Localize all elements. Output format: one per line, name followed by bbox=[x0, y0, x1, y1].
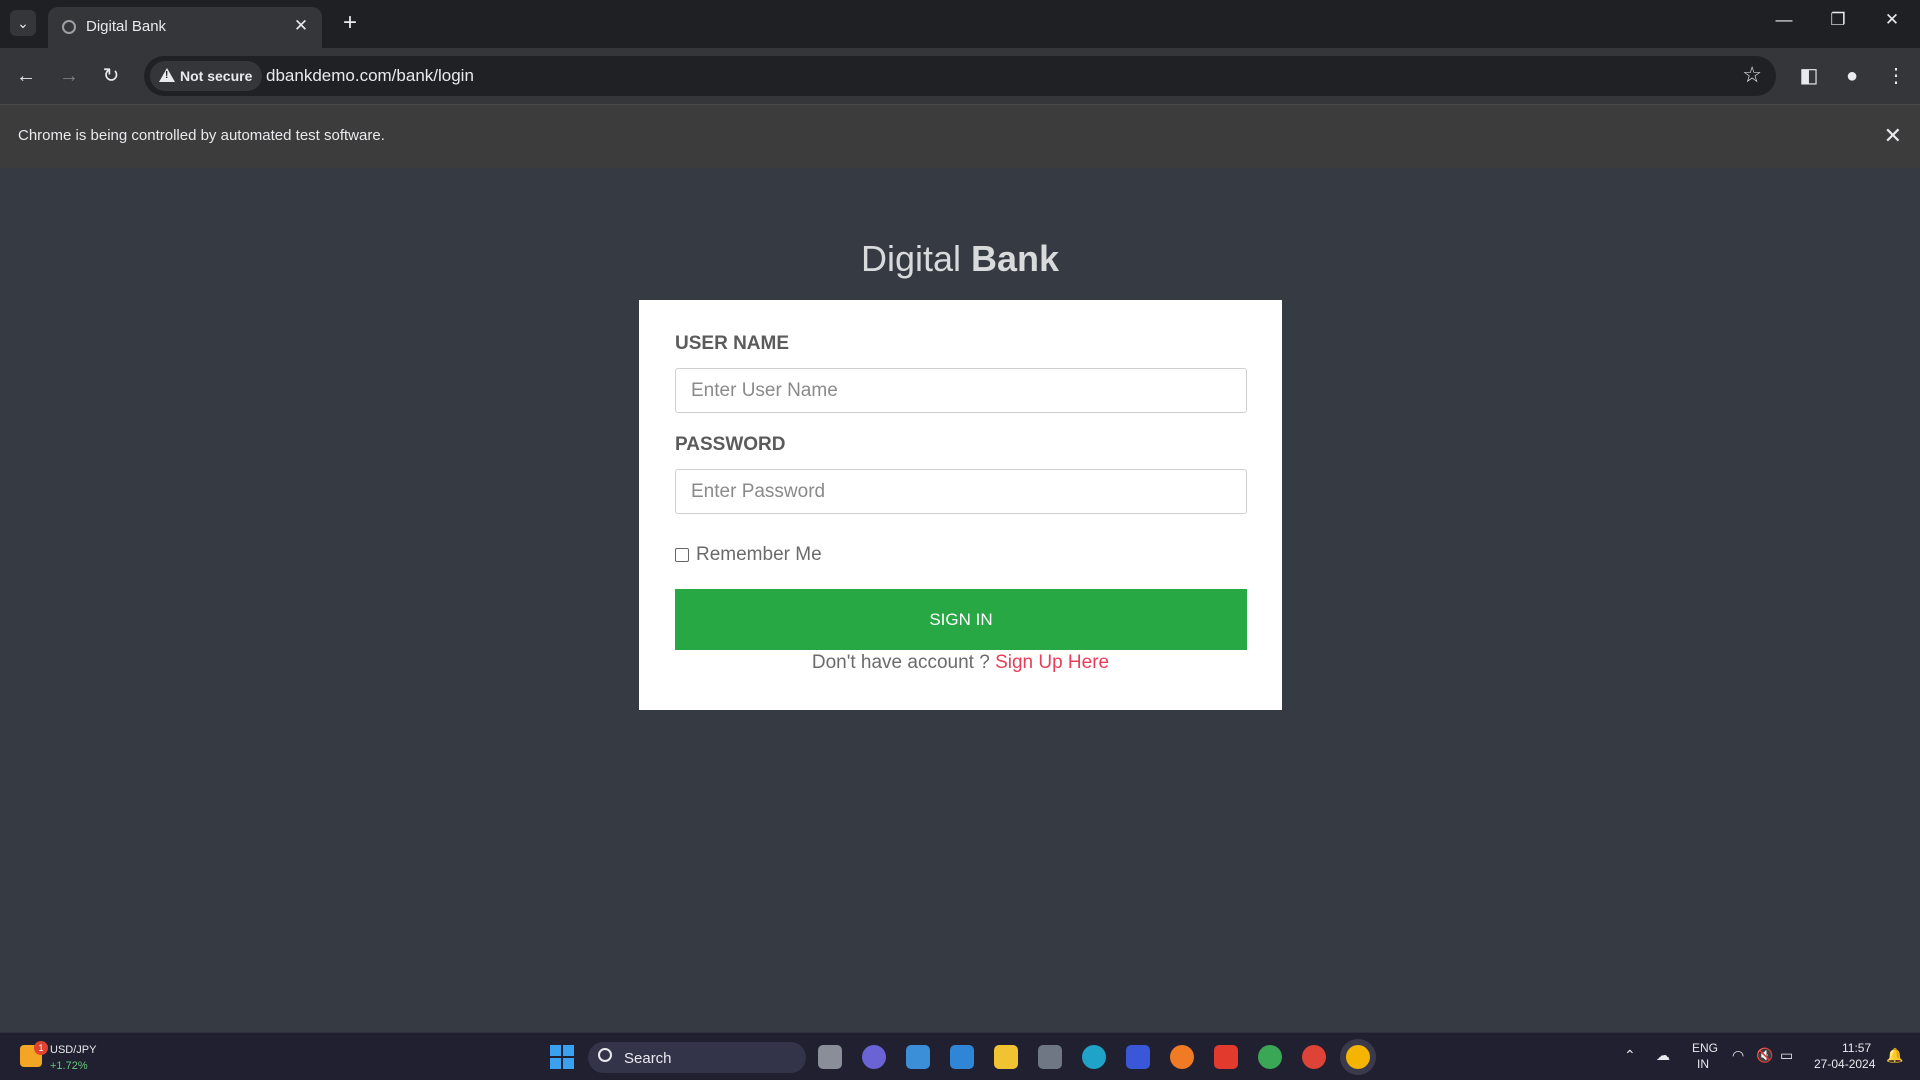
browser-toolbar: ← → ↻ Not secure dbankdemo.com/bank/logi… bbox=[0, 48, 1920, 104]
sign-up-link[interactable]: Sign Up Here bbox=[995, 652, 1109, 673]
minimize-icon[interactable]: — bbox=[1766, 10, 1802, 30]
address-bar[interactable]: Not secure dbankdemo.com/bank/login ☆ bbox=[144, 56, 1776, 96]
browser-tab[interactable]: Digital Bank ✕ bbox=[48, 7, 322, 48]
password-label: PASSWORD bbox=[675, 434, 786, 455]
chrome-icon[interactable] bbox=[1302, 1045, 1326, 1069]
window-close-icon[interactable]: ✕ bbox=[1874, 10, 1910, 30]
search-icon bbox=[598, 1048, 612, 1062]
security-chip-label: Not secure bbox=[180, 68, 253, 84]
ticker-change: +1.72% bbox=[50, 1060, 88, 1072]
page-viewport: Digital Bank USER NAME PASSWORD Remember… bbox=[0, 168, 1920, 1032]
ticker-name: USD/JPY bbox=[50, 1044, 97, 1056]
side-panel-icon[interactable]: ◧ bbox=[1795, 62, 1823, 90]
taskbar-search-label: Search bbox=[624, 1050, 672, 1067]
signup-prompt: Don't have account ? bbox=[811, 652, 990, 673]
notification-bell-icon[interactable]: 🔔 bbox=[1886, 1047, 1903, 1064]
language-bottom[interactable]: IN bbox=[1697, 1057, 1709, 1071]
brand-title: Digital Bank bbox=[0, 238, 1920, 280]
reload-icon[interactable]: ↻ bbox=[97, 62, 125, 90]
infobar-close-icon[interactable]: ✕ bbox=[1884, 123, 1902, 149]
onedrive-cloud-icon[interactable]: ☁ bbox=[1656, 1047, 1670, 1064]
back-arrow-icon[interactable]: ← bbox=[12, 62, 40, 90]
brand-title-light: Digital bbox=[860, 238, 961, 279]
taskbar-search[interactable]: Search bbox=[588, 1042, 806, 1073]
bookmark-star-icon[interactable]: ☆ bbox=[1742, 64, 1762, 86]
remember-me[interactable]: Remember Me bbox=[675, 544, 822, 566]
tray-chevron-up-icon[interactable]: ⌃ bbox=[1624, 1047, 1636, 1064]
wifi-icon[interactable]: ◠ bbox=[1732, 1047, 1744, 1064]
tab-close-icon[interactable]: ✕ bbox=[290, 15, 312, 37]
task-view-icon[interactable] bbox=[818, 1045, 842, 1069]
microsoft-store-icon[interactable] bbox=[906, 1045, 930, 1069]
edge-browser-icon[interactable] bbox=[1082, 1045, 1106, 1069]
os-taskbar: 1 USD/JPY +1.72% Search ⌃ ☁ ENG IN ◠ 🔇 ▭… bbox=[0, 1032, 1920, 1080]
firefox-icon[interactable] bbox=[1170, 1045, 1194, 1069]
new-tab-plus-icon[interactable]: + bbox=[336, 10, 364, 36]
profile-avatar-icon[interactable]: ● bbox=[1838, 62, 1866, 90]
clock-time[interactable]: 11:57 bbox=[1842, 1041, 1871, 1055]
chrome-profile-icon[interactable] bbox=[1258, 1045, 1282, 1069]
infobar-text: Chrome is being controlled by automated … bbox=[18, 127, 385, 144]
warning-triangle-icon bbox=[159, 68, 175, 82]
remember-me-label: Remember Me bbox=[696, 544, 822, 565]
speaker-muted-icon[interactable]: 🔇 bbox=[1756, 1047, 1773, 1064]
ticker-badge: 1 bbox=[34, 1041, 48, 1055]
login-card: USER NAME PASSWORD Remember Me SIGN IN D… bbox=[639, 300, 1282, 710]
password-input[interactable] bbox=[675, 469, 1247, 514]
wps-office-icon[interactable] bbox=[1214, 1045, 1238, 1069]
brand-title-bold: Bank bbox=[971, 238, 1060, 279]
browser-tab-strip: ⌄ Digital Bank ✕ + — ❐ ✕ bbox=[0, 0, 1920, 48]
signup-prompt-line: Don't have account ? Sign Up Here bbox=[639, 652, 1282, 674]
battery-icon[interactable]: ▭ bbox=[1780, 1047, 1793, 1064]
windows-start-icon[interactable] bbox=[550, 1045, 574, 1069]
teams-chat-icon[interactable] bbox=[862, 1045, 886, 1069]
security-chip[interactable]: Not secure bbox=[150, 61, 263, 91]
language-top[interactable]: ENG bbox=[1692, 1041, 1718, 1055]
tab-search-chevron-icon[interactable]: ⌄ bbox=[10, 10, 36, 36]
sign-in-button[interactable]: SIGN IN bbox=[675, 589, 1247, 650]
menu-kebab-icon[interactable]: ⋮ bbox=[1882, 62, 1910, 90]
clock-date[interactable]: 27-04-2024 bbox=[1814, 1057, 1875, 1071]
globe-icon bbox=[62, 20, 76, 34]
file-explorer-icon[interactable] bbox=[994, 1045, 1018, 1069]
app-cube-icon[interactable] bbox=[1038, 1045, 1062, 1069]
url-text[interactable]: dbankdemo.com/bank/login bbox=[266, 66, 474, 86]
automation-infobar: Chrome is being controlled by automated … bbox=[0, 104, 1920, 168]
username-input[interactable] bbox=[675, 368, 1247, 413]
app-m-icon[interactable] bbox=[1126, 1045, 1150, 1069]
username-label: USER NAME bbox=[675, 333, 790, 354]
weather-ticker-widget[interactable]: 1 USD/JPY +1.72% bbox=[18, 1041, 118, 1075]
restore-icon[interactable]: ❐ bbox=[1820, 10, 1856, 30]
vscode-icon[interactable] bbox=[950, 1045, 974, 1069]
forward-arrow-icon[interactable]: → bbox=[55, 62, 83, 90]
tab-title: Digital Bank bbox=[86, 18, 167, 35]
remember-me-checkbox[interactable] bbox=[675, 548, 689, 562]
chrome-active-icon[interactable] bbox=[1346, 1045, 1370, 1069]
